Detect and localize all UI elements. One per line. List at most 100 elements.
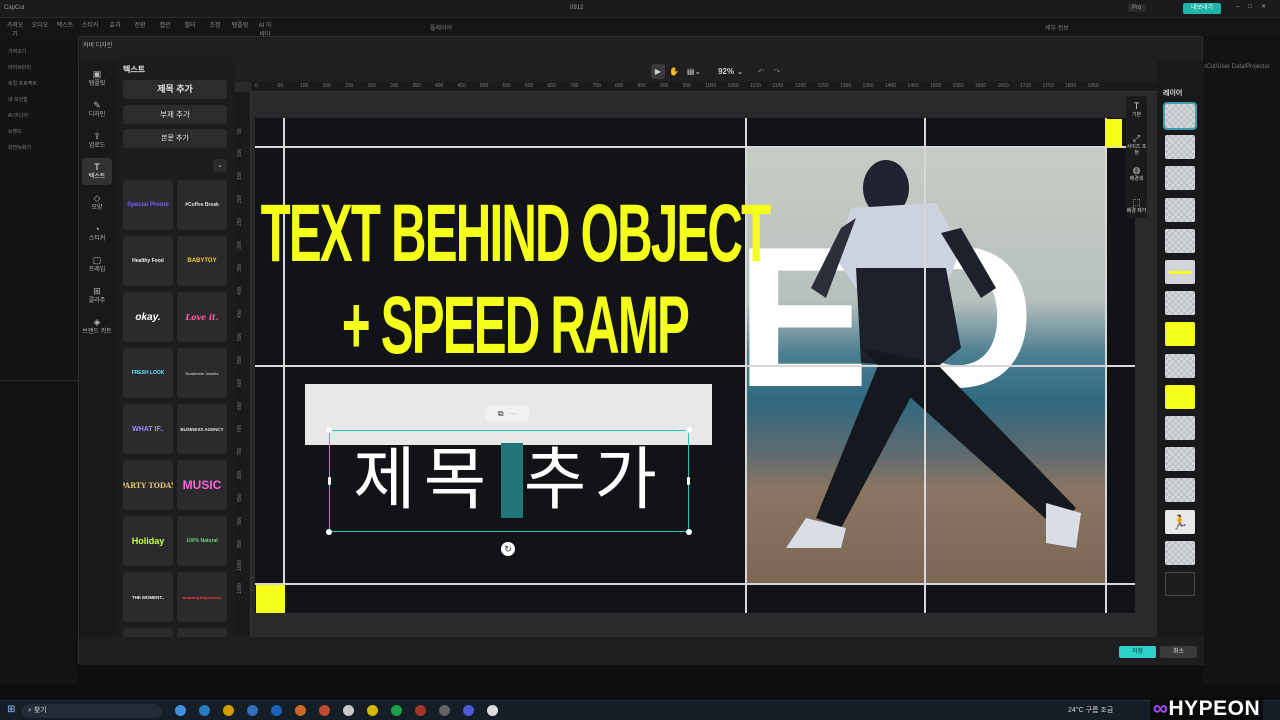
nav-item-4[interactable]: ◇ 모양 (82, 189, 112, 216)
text-context-menu[interactable]: ⧉ ⋯ (485, 406, 529, 422)
save-button[interactable]: 저장 (1119, 646, 1156, 658)
layer-thumb[interactable] (1163, 102, 1197, 130)
layer-thumb[interactable] (1165, 291, 1195, 316)
nav-item-2[interactable]: ⇪ 업로드 (82, 127, 112, 154)
text-preset-tile[interactable]: Sunkissle Jewels (177, 348, 227, 398)
media-side-item[interactable]: 로컬 프로젝트 (8, 80, 37, 87)
app-tool-0[interactable]: 가져오기 (6, 20, 24, 38)
app-tool-8[interactable]: 조정 (206, 20, 224, 34)
add-subtitle-button[interactable]: 부제 추가 (123, 105, 227, 124)
redo-icon[interactable]: ↷ (771, 64, 783, 79)
yellow-accent-square[interactable] (256, 585, 285, 613)
resize-handle[interactable] (326, 529, 332, 535)
app-tool-3[interactable]: 스티커 (81, 20, 99, 34)
taskbar-search[interactable]: ⌕ 찾기 (22, 704, 162, 718)
app-tool-4[interactable]: 효과 (106, 20, 124, 34)
nav-item-0[interactable]: ▣ 템플릿 (82, 65, 112, 92)
layer-thumb[interactable] (1165, 384, 1195, 409)
copy-icon[interactable]: ⧉ (498, 409, 504, 418)
yellow-accent-square[interactable] (1105, 119, 1122, 147)
layer-thumb[interactable] (1165, 135, 1195, 160)
headline-line-1[interactable]: TEXT BEHIND OBJECT (257, 188, 773, 280)
text-preset-tile[interactable]: WHAT IF.. (123, 404, 173, 454)
side-tool-0[interactable]: T 기본 (1126, 101, 1147, 118)
cancel-button[interactable]: 취소 (1160, 646, 1197, 658)
resize-handle[interactable] (328, 477, 331, 485)
taskbar-app-icon[interactable] (175, 705, 186, 716)
text-preset-tile[interactable]: #Coffee Break (177, 180, 227, 230)
app-tool-5[interactable]: 전환 (131, 20, 149, 34)
taskbar-app-icon[interactable] (295, 705, 306, 716)
more-icon[interactable]: ⋯ (508, 409, 516, 418)
nav-item-3[interactable]: T 텍스트 (82, 158, 112, 185)
text-preset-tile[interactable]: MUSIC (177, 460, 227, 510)
window-controls[interactable]: –□✕ (1236, 3, 1275, 10)
text-preset-tile[interactable]: Amazing Experience (177, 572, 227, 622)
selection-box[interactable] (326, 427, 692, 535)
taskbar-app-icon[interactable] (319, 705, 330, 716)
app-tool-2[interactable]: 텍스트 (56, 20, 74, 34)
side-tool-2[interactable]: ◍ 배경색 (1126, 165, 1147, 182)
add-body-button[interactable]: 본문 추가 (123, 129, 227, 148)
undo-icon[interactable]: ↶ (755, 64, 767, 79)
resize-handle[interactable] (326, 427, 332, 433)
app-tool-7[interactable]: 필터 (181, 20, 199, 34)
media-side-item[interactable]: 화면녹화기 (8, 144, 31, 151)
resize-handle[interactable] (687, 477, 690, 485)
headline-line-2[interactable]: + SPEED RAMP (257, 280, 773, 372)
nav-item-1[interactable]: ✎ 디자인 (82, 96, 112, 123)
cover-canvas[interactable]: EO TEXT BEHIND OBJE (255, 118, 1135, 613)
export-button[interactable]: 내보내기 (1183, 3, 1221, 14)
taskbar-app-icon[interactable] (367, 705, 378, 716)
layer-thumb[interactable] (1165, 353, 1195, 378)
media-side-item[interactable]: 브랜드 (8, 128, 22, 135)
select-tool-icon[interactable]: ▶ (651, 64, 665, 79)
nav-item-7[interactable]: ⊞ 콜라주 (82, 282, 112, 309)
text-preset-tile[interactable]: BUSINESS AGENCY (177, 404, 227, 454)
taskbar-app-icon[interactable] (439, 705, 450, 716)
layer-thumb[interactable] (1165, 540, 1195, 565)
taskbar-app-icon[interactable] (391, 705, 402, 716)
nav-item-6[interactable]: ▢ 프레임 (82, 251, 112, 278)
add-title-button[interactable]: 제목 추가 (123, 80, 227, 99)
text-preset-tile[interactable]: okay. (123, 292, 173, 342)
text-preset-tile[interactable]: FRESH LOOK (123, 348, 173, 398)
resize-handle[interactable] (686, 529, 692, 535)
app-tool-1[interactable]: 오디오 (31, 20, 49, 34)
side-tool-3[interactable]: ⬚ 배경 제거 (1126, 197, 1147, 214)
nav-item-8[interactable]: ◈ 브랜드 키트 (82, 313, 112, 340)
taskbar-app-icon[interactable] (223, 705, 234, 716)
windows-start-icon[interactable]: ⊞ (7, 704, 15, 715)
app-tool-6[interactable]: 캡션 (156, 20, 174, 34)
text-preset-tile[interactable]: 100% Natural (177, 516, 227, 566)
pro-badge[interactable]: Pro (1128, 4, 1146, 12)
media-side-item[interactable]: 라이브러리 (8, 64, 31, 71)
taskbar-app-icon[interactable] (271, 705, 282, 716)
zoom-chevron-icon[interactable]: ⌄ (735, 64, 745, 79)
taskbar-app-icon[interactable] (343, 705, 354, 716)
taskbar-app-icon[interactable] (247, 705, 258, 716)
hand-tool-icon[interactable]: ✋ (667, 64, 681, 79)
layer-thumb[interactable] (1165, 322, 1195, 347)
media-side-item[interactable]: 가져오기 (8, 48, 26, 55)
layer-thumb[interactable] (1165, 228, 1195, 253)
text-preset-tile[interactable]: Love it. (177, 292, 227, 342)
layer-thumb[interactable] (1165, 260, 1195, 284)
app-tool-10[interactable]: AI 아바타 (256, 20, 274, 38)
layer-thumb[interactable] (1165, 447, 1195, 472)
taskbar-app-icon[interactable] (415, 705, 426, 716)
taskbar-app-icon[interactable] (463, 705, 474, 716)
layout-menu-icon[interactable]: ▤⌄ (685, 64, 703, 79)
layer-thumb[interactable] (1165, 166, 1195, 191)
app-tool-9[interactable]: 템플릿 (231, 20, 249, 34)
layer-thumb[interactable] (1165, 197, 1195, 222)
layer-thumb[interactable] (1165, 416, 1195, 440)
text-preset-tile[interactable]: Holiday (123, 516, 173, 566)
layer-thumb[interactable] (1165, 572, 1195, 596)
layer-thumb[interactable]: 🏃 (1165, 509, 1195, 534)
media-side-item[interactable]: AI 미디어 (8, 112, 28, 119)
text-preset-tile[interactable]: PARTY TODAY (123, 460, 173, 510)
text-preset-tile[interactable]: BABYTOY (177, 236, 227, 286)
layer-thumb[interactable] (1165, 478, 1195, 503)
chevron-down-icon[interactable]: ⌄ (213, 159, 227, 172)
